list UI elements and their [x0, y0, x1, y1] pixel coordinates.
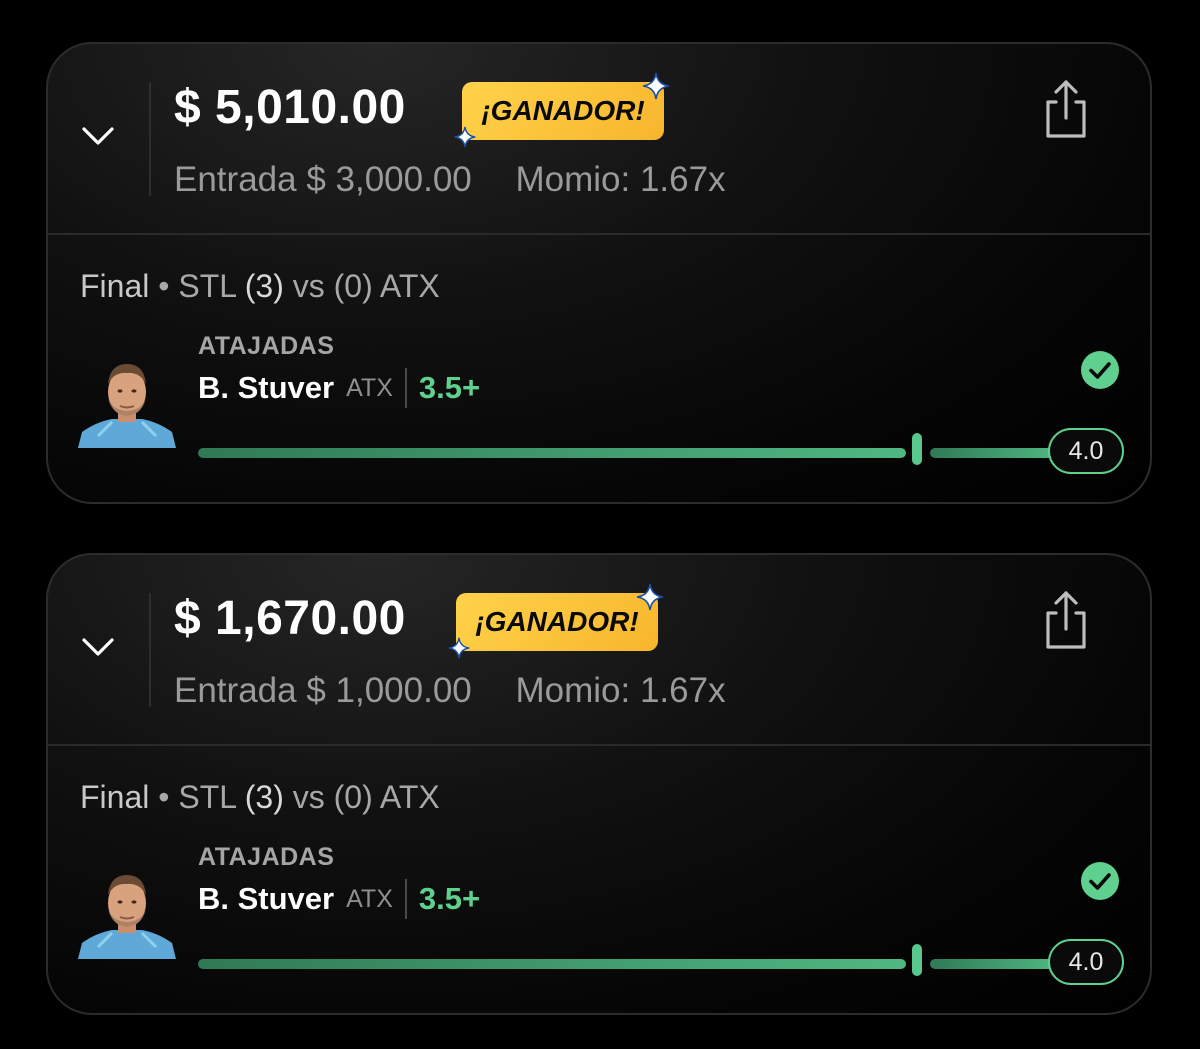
- entry-amount: $ 1,000.00: [306, 671, 472, 710]
- away-team: ATX: [379, 779, 440, 815]
- stat-type: ATAJADAS: [198, 843, 335, 871]
- player-avatar: [78, 875, 176, 959]
- winner-badge: ¡GANADOR!: [456, 593, 658, 651]
- card-divider: [48, 233, 1150, 235]
- winner-badge: ¡GANADOR!: [462, 82, 664, 140]
- player-name: B. Stuver: [198, 370, 335, 405]
- line-marker: [912, 944, 922, 976]
- bet-card-header[interactable]: $ 5,010.00 ¡GANADOR! Entrada $ 3,000.00 …: [48, 44, 1150, 233]
- sparkle-icon: [454, 126, 476, 148]
- pick-line: B. Stuver ATX 3.5+: [198, 877, 480, 921]
- stat-type: ATAJADAS: [198, 332, 335, 360]
- progress-fill-over: [930, 959, 1058, 969]
- bet-card-header[interactable]: $ 1,670.00 ¡GANADOR! Entrada $ 1,000.00 …: [48, 555, 1150, 744]
- home-team: STL: [178, 779, 236, 815]
- home-score: (3): [244, 268, 284, 304]
- sparkle-icon: [636, 583, 664, 611]
- match-separator: •: [149, 779, 179, 815]
- share-icon[interactable]: [1040, 78, 1092, 142]
- bet-history-screen: $ 5,010.00 ¡GANADOR! Entrada $ 3,000.00 …: [0, 0, 1200, 1049]
- match-status: Final: [80, 268, 150, 304]
- sparkle-icon: [642, 72, 670, 100]
- progress-fill: [198, 959, 906, 969]
- progress-fill: [198, 448, 906, 458]
- entry-amount: $ 3,000.00: [306, 160, 472, 199]
- odds-label: Momio: 1.67x: [515, 671, 726, 710]
- match-summary: Final • STL (3) vs (0) ATX: [80, 268, 440, 305]
- away-score: (0): [333, 268, 373, 304]
- bet-card[interactable]: $ 1,670.00 ¡GANADOR! Entrada $ 1,000.00 …: [46, 553, 1152, 1015]
- match-summary: Final • STL (3) vs (0) ATX: [80, 779, 440, 816]
- home-team: STL: [178, 268, 236, 304]
- pick-line-value: 3.5+: [418, 370, 481, 405]
- result-value: 4.0: [1048, 939, 1124, 985]
- entry-label: Entrada: [174, 160, 297, 199]
- sparkle-icon: [448, 637, 470, 659]
- away-score: (0): [333, 779, 373, 815]
- match-separator: •: [149, 268, 179, 304]
- vs-label: vs: [292, 268, 325, 304]
- check-circle-icon: [1081, 862, 1119, 900]
- bet-card[interactable]: $ 5,010.00 ¡GANADOR! Entrada $ 3,000.00 …: [46, 42, 1152, 504]
- away-team: ATX: [379, 268, 440, 304]
- player-name: B. Stuver: [198, 881, 335, 916]
- share-icon[interactable]: [1040, 589, 1092, 653]
- entry-summary: Entrada $ 1,000.00 Momio: 1.67x: [174, 671, 726, 711]
- match-status: Final: [80, 779, 150, 815]
- pick-separator: [404, 368, 407, 408]
- pick-separator: [404, 879, 407, 919]
- chevron-down-icon[interactable]: [78, 116, 118, 156]
- line-marker: [912, 433, 922, 465]
- pick-line-value: 3.5+: [418, 881, 481, 916]
- header-divider: [149, 593, 151, 707]
- check-circle-icon: [1081, 351, 1119, 389]
- chevron-down-icon[interactable]: [78, 627, 118, 667]
- result-progress: 4.0: [198, 428, 1124, 478]
- card-divider: [48, 744, 1150, 746]
- vs-label: vs: [292, 779, 325, 815]
- player-avatar: [78, 364, 176, 448]
- player-team: ATX: [346, 884, 393, 913]
- pick-line: B. Stuver ATX 3.5+: [198, 366, 480, 410]
- progress-fill-over: [930, 448, 1058, 458]
- result-progress: 4.0: [198, 939, 1124, 989]
- entry-summary: Entrada $ 3,000.00 Momio: 1.67x: [174, 160, 726, 200]
- home-score: (3): [244, 779, 284, 815]
- payout-amount: $ 1,670.00: [174, 592, 406, 645]
- odds-label: Momio: 1.67x: [515, 160, 726, 199]
- payout-amount: $ 5,010.00: [174, 81, 406, 134]
- header-divider: [149, 82, 151, 196]
- player-team: ATX: [346, 373, 393, 402]
- entry-label: Entrada: [174, 671, 297, 710]
- result-value: 4.0: [1048, 428, 1124, 474]
